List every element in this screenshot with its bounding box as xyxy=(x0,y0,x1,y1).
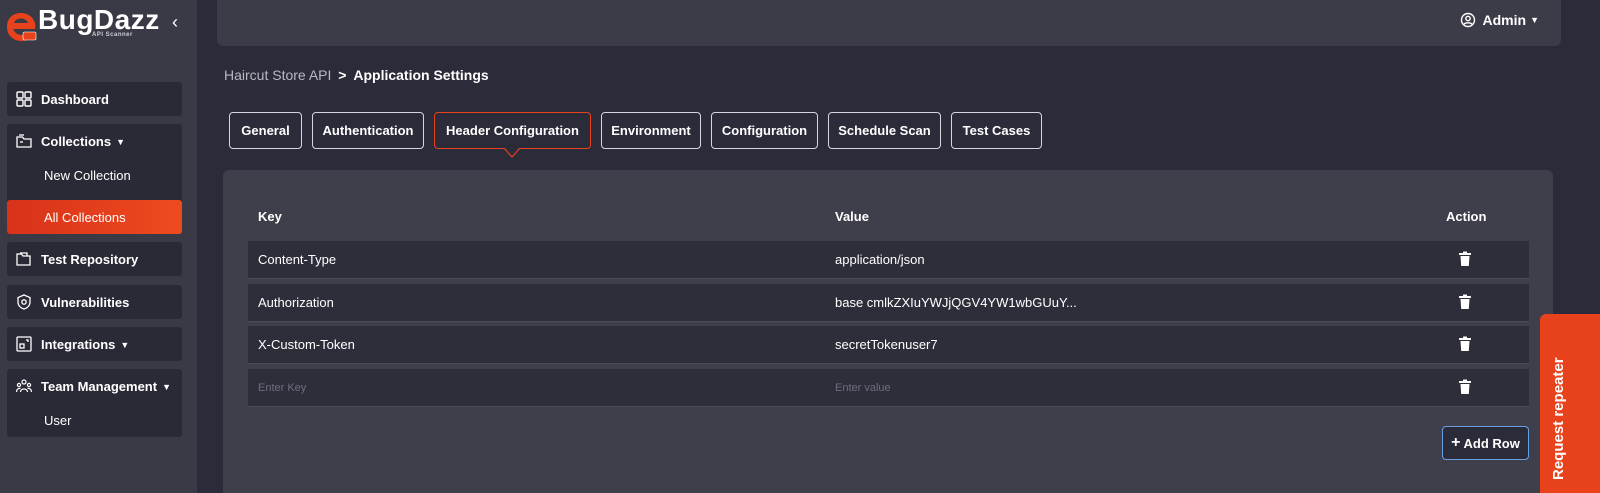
tab-authentication[interactable]: Authentication xyxy=(312,112,424,149)
user-name: Admin xyxy=(1482,12,1527,28)
brand-logo[interactable]: BugDazz API Scanner xyxy=(4,4,194,44)
bugdazz-logo-icon xyxy=(7,13,37,41)
user-circle-icon xyxy=(1460,12,1475,28)
add-row-button[interactable]: + Add Row xyxy=(1442,426,1529,460)
sidebar-subitem-user[interactable]: User xyxy=(7,403,182,437)
header-value-cell[interactable]: application/json xyxy=(835,252,925,267)
brand-subtitle: API Scanner xyxy=(92,32,133,38)
tab-header-configuration[interactable]: Header Configuration xyxy=(434,112,591,149)
chevron-left-icon[interactable]: ‹ xyxy=(172,12,178,33)
tab-configuration[interactable]: Configuration xyxy=(711,112,818,149)
folder-files-icon xyxy=(15,250,33,268)
sidebar-group-team-management: Team Management ▼ User xyxy=(7,369,182,437)
sidebar-item-label: Test Repository xyxy=(41,251,139,267)
breadcrumb-separator: > xyxy=(338,67,347,83)
key-input[interactable]: Enter Key xyxy=(258,382,306,394)
top-bar: Admin ▼ xyxy=(217,0,1561,46)
sidebar-item-team-management[interactable]: Team Management ▼ xyxy=(7,369,182,403)
tab-general[interactable]: General xyxy=(229,112,302,149)
sidebar-item-integrations-row[interactable]: Integrations ▼ xyxy=(7,327,182,361)
sidebar-item-label: Vulnerabilities xyxy=(41,294,130,310)
sidebar-item-label: Integrations xyxy=(41,336,116,352)
sidebar-item-label: Team Management xyxy=(41,378,158,394)
table-row: X-Custom-Token secretTokenuser7 xyxy=(248,326,1529,364)
caret-down-icon: ▼ xyxy=(162,382,171,392)
request-repeater-label: Request repeater xyxy=(1550,357,1567,480)
column-header-value: Value xyxy=(835,209,869,224)
sidebar-item-label: Collections xyxy=(41,133,112,149)
trash-icon[interactable] xyxy=(1458,336,1472,352)
sidebar-item-vulnerabilities[interactable]: Vulnerabilities xyxy=(7,285,182,319)
header-key-cell[interactable]: X-Custom-Token xyxy=(258,337,355,352)
sidebar-item-dashboard-row[interactable]: Dashboard xyxy=(7,82,182,116)
sidebar-item-dashboard[interactable]: Dashboard xyxy=(7,82,182,116)
header-key-cell[interactable]: Content-Type xyxy=(258,252,336,267)
dashboard-grid-icon xyxy=(15,90,33,108)
caret-down-icon: ▼ xyxy=(120,340,130,350)
sidebar-item-vulnerabilities-row[interactable]: Vulnerabilities xyxy=(7,285,182,319)
plus-icon: + xyxy=(1451,434,1461,451)
team-icon xyxy=(15,377,33,395)
table-row-new: Enter Key Enter value xyxy=(248,369,1529,407)
sidebar-group-collections: Collections ▼ New Collection All Collect… xyxy=(7,124,182,234)
sidebar: BugDazz API Scanner ‹ Dashboard Collecti… xyxy=(0,0,197,493)
sidebar-subitem-all-collections[interactable]: All Collections xyxy=(7,200,182,234)
column-header-action: Action xyxy=(1446,209,1487,224)
sidebar-item-test-repository-row[interactable]: Test Repository xyxy=(7,242,182,276)
sidebar-item-label: Dashboard xyxy=(41,91,109,107)
breadcrumb-parent[interactable]: Haircut Store API xyxy=(224,67,331,83)
header-key-cell[interactable]: Authorization xyxy=(258,295,334,310)
integrations-icon xyxy=(15,335,33,353)
add-row-label: Add Row xyxy=(1463,435,1520,451)
table-row: Content-Type application/json xyxy=(248,241,1529,279)
breadcrumb: Haircut Store API > Application Settings xyxy=(224,67,489,83)
folder-stack-icon xyxy=(15,132,33,150)
value-input[interactable]: Enter value xyxy=(835,382,891,394)
sidebar-item-test-repository[interactable]: Test Repository xyxy=(7,242,182,276)
sidebar-subitem-new-collection[interactable]: New Collection xyxy=(7,158,182,192)
caret-down-icon: ▼ xyxy=(1530,15,1539,25)
caret-down-icon: ▼ xyxy=(116,137,125,147)
header-value-cell[interactable]: secretTokenuser7 xyxy=(835,337,938,352)
trash-icon[interactable] xyxy=(1458,294,1472,310)
sidebar-item-integrations[interactable]: Integrations ▼ xyxy=(7,327,182,361)
sidebar-item-collections[interactable]: Collections ▼ xyxy=(7,124,182,158)
tab-schedule-scan[interactable]: Schedule Scan xyxy=(828,112,941,149)
tab-environment[interactable]: Environment xyxy=(601,112,701,149)
header-value-cell[interactable]: base cmlkZXIuYWJjQGV4YW1wbGUuY... xyxy=(835,295,1077,310)
table-row: Authorization base cmlkZXIuYWJjQGV4YW1wb… xyxy=(248,284,1529,322)
trash-icon[interactable] xyxy=(1458,379,1472,395)
breadcrumb-current: Application Settings xyxy=(353,67,489,83)
tab-test-cases[interactable]: Test Cases xyxy=(951,112,1042,149)
user-menu[interactable]: Admin ▼ xyxy=(1460,12,1539,28)
column-header-key: Key xyxy=(258,209,282,224)
trash-icon[interactable] xyxy=(1458,251,1472,267)
shield-icon xyxy=(15,293,33,311)
request-repeater-button[interactable]: Request repeater xyxy=(1540,314,1600,493)
active-tab-pointer-icon xyxy=(504,148,520,158)
